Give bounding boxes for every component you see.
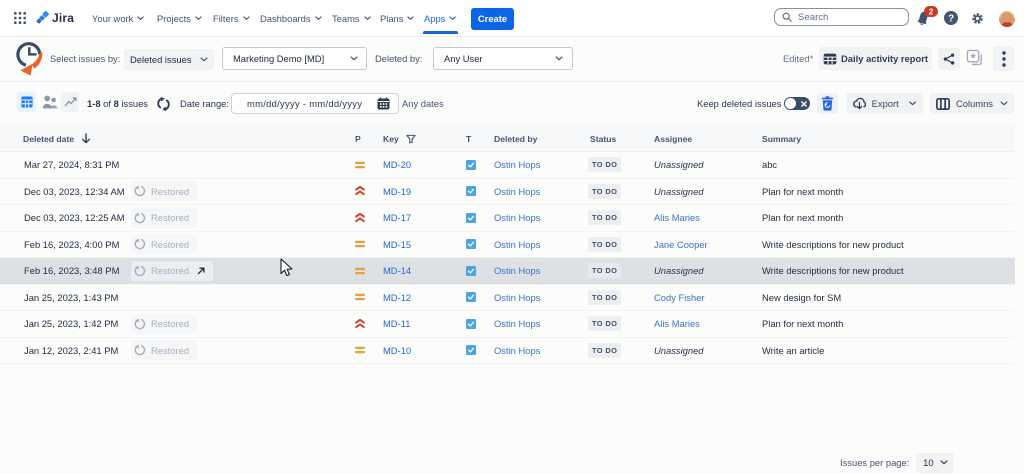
svg-text:2: 2 bbox=[929, 6, 934, 16]
svg-text:?: ? bbox=[948, 14, 954, 25]
